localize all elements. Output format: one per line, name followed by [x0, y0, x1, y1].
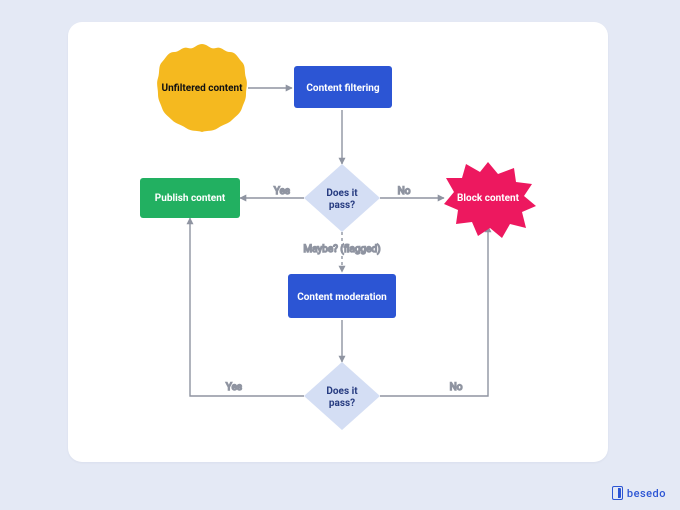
- diagram-card: Yes No Maybe? (flagged) Yes No: [68, 22, 608, 462]
- edge-label-d1-maybe: Maybe? (flagged): [303, 243, 380, 255]
- edges: Yes No Maybe? (flagged) Yes No: [190, 88, 488, 396]
- edge-label-d1-yes: Yes: [274, 186, 290, 197]
- node-label-publish: Publish content: [155, 193, 226, 204]
- node-unfiltered-content: Unfiltered content: [157, 44, 247, 132]
- node-label-decision2-line2: pass?: [329, 398, 355, 409]
- node-label-unfiltered: Unfiltered content: [161, 83, 243, 94]
- edge-label-d1-no: No: [398, 186, 411, 197]
- edge-decision2-yes: [190, 218, 304, 396]
- node-label-decision2-line1: Does it: [326, 386, 358, 397]
- edge-label-d2-no: No: [450, 382, 463, 393]
- node-publish-content: Publish content: [140, 178, 240, 218]
- brand-logo: besedo: [612, 486, 666, 500]
- node-decision-1: Does it pass?: [304, 164, 380, 232]
- node-label-block: Block content: [457, 193, 520, 204]
- brand-logo-icon: [612, 486, 623, 500]
- node-content-filtering: Content filtering: [294, 66, 392, 108]
- node-label-moderation: Content moderation: [297, 292, 387, 303]
- node-block-content: Block content: [444, 162, 536, 238]
- node-decision-2: Does it pass?: [304, 362, 380, 430]
- edge-decision2-no: [380, 226, 488, 396]
- node-label-filtering: Content filtering: [306, 83, 379, 94]
- page-background: Yes No Maybe? (flagged) Yes No: [0, 0, 680, 510]
- node-content-moderation: Content moderation: [288, 274, 396, 318]
- brand-name: besedo: [627, 487, 666, 500]
- node-label-decision1-line1: Does it: [326, 188, 358, 199]
- flow-diagram: Yes No Maybe? (flagged) Yes No: [68, 22, 608, 462]
- node-label-decision1-line2: pass?: [329, 200, 355, 211]
- edge-label-d2-yes: Yes: [226, 382, 242, 393]
